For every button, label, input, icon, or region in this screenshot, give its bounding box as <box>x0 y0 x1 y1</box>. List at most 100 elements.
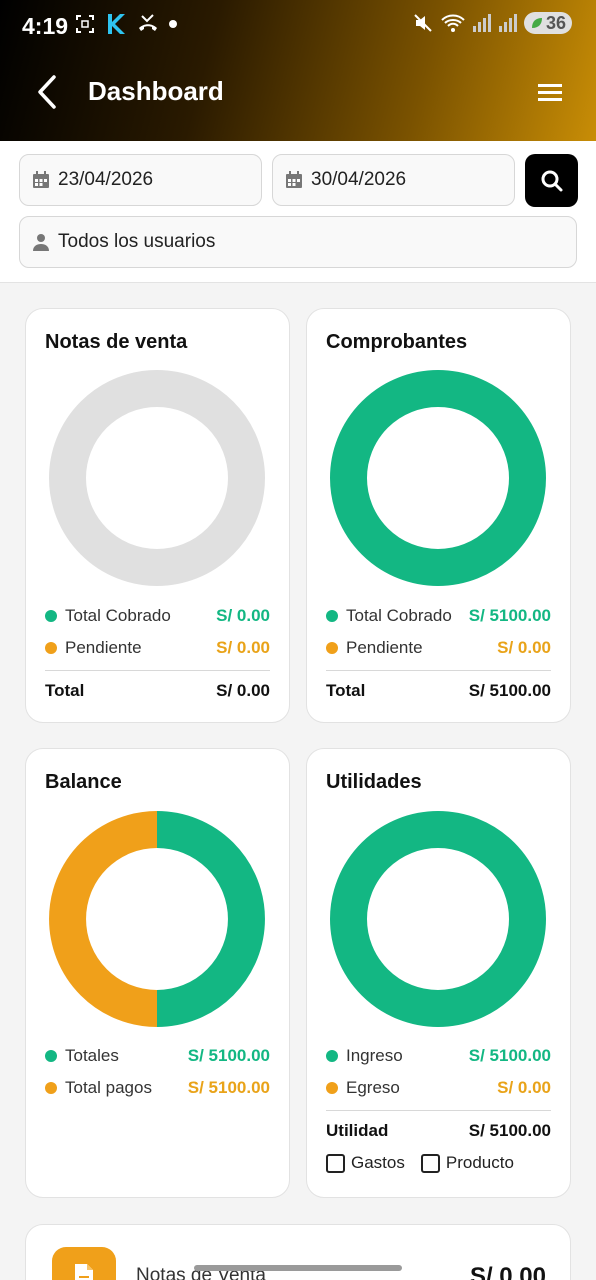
total-label: Total <box>326 681 366 700</box>
search-button[interactable] <box>525 154 578 207</box>
legend-dot-green <box>45 610 57 622</box>
donut-segment-totales <box>156 811 265 1027</box>
legend-ingreso: Ingreso S/ 5100.00 <box>326 1044 551 1068</box>
legend-total-cobrado: Total Cobrado S/ 5100.00 <box>326 604 551 628</box>
legend-label: Total Cobrado <box>65 606 171 625</box>
checkbox-gastos[interactable]: Gastos <box>326 1153 405 1173</box>
back-arrow-icon <box>38 75 56 109</box>
legend-dot-orange <box>45 1082 57 1094</box>
card-notas-de-venta: Notas de venta Total Cobrado S/ 0.00 Pen… <box>25 308 290 723</box>
status-time: 4:19 <box>22 13 69 39</box>
home-indicator[interactable] <box>194 1265 402 1271</box>
legend-value: S/ 0.00 <box>216 606 270 625</box>
legend-dot-green <box>326 610 338 622</box>
battery-indicator: 36 <box>523 12 572 34</box>
legend-value: S/ 0.00 <box>497 1078 551 1097</box>
legend-totales: Totales S/ 5100.00 <box>45 1044 270 1068</box>
user-select-value: Todos los usuarios <box>58 231 216 252</box>
date-to-field[interactable]: 30/04/2026 <box>272 154 515 206</box>
legend-total-pagos: Total pagos S/ 5100.00 <box>45 1076 270 1100</box>
user-icon <box>33 234 49 251</box>
signal-icon-2 <box>498 14 517 32</box>
total-value: S/ 0.00 <box>216 681 270 700</box>
calendar-icon <box>286 171 302 188</box>
legend-dot-orange <box>45 642 57 654</box>
legend-value: S/ 5100.00 <box>468 1046 551 1065</box>
total-label: Utilidad <box>326 1121 389 1140</box>
status-left-icons <box>74 12 178 36</box>
legend-label: Egreso <box>346 1078 400 1097</box>
search-icon <box>541 170 562 191</box>
notification-dot-icon <box>169 20 177 28</box>
total-row: Total S/ 0.00 <box>45 681 270 701</box>
checkbox-producto[interactable]: Producto <box>420 1153 514 1173</box>
filters-panel: 23/04/2026 30/04/2026 Todos los usuarios <box>0 141 596 283</box>
legend-dot-green <box>326 1050 338 1062</box>
app-header: 4:19 36 Dashboard <box>0 0 596 141</box>
legend-value: S/ 0.00 <box>497 638 551 657</box>
missed-call-icon <box>139 14 157 31</box>
legend-value: S/ 5100.00 <box>187 1046 270 1065</box>
donut-chart-utilidades <box>330 811 546 1027</box>
page-title: Dashboard <box>88 76 224 106</box>
donut-chart-comprobantes <box>330 370 546 586</box>
utilidad-row: Utilidad S/ 5100.00 <box>326 1121 551 1141</box>
date-from-value: 23/04/2026 <box>58 169 154 190</box>
battery-level: 36 <box>545 13 566 33</box>
card-comprobantes: Comprobantes Total Cobrado S/ 5100.00 Pe… <box>306 308 571 723</box>
legend-label: Totales <box>65 1046 119 1065</box>
legend-dot-orange <box>326 1082 338 1094</box>
checkbox-box[interactable] <box>326 1153 345 1173</box>
summary-value: S/ 0.00 <box>469 1263 546 1280</box>
donut-chart-balance <box>49 811 265 1027</box>
legend-value: S/ 5100.00 <box>187 1078 270 1097</box>
user-select[interactable]: Todos los usuarios <box>19 216 577 268</box>
screenshot-icon <box>76 15 94 33</box>
card-balance: Balance Totales S/ 5100.00 Total pagos S… <box>25 748 290 1198</box>
donut-segment-total-pagos <box>49 811 158 1027</box>
file-icon <box>75 1264 93 1280</box>
signal-icon-1 <box>472 14 491 32</box>
card-notas-de-venta-summary[interactable]: Notas de Venta S/ 0.00 <box>25 1224 571 1280</box>
filter-checkboxes: Gastos Producto <box>326 1153 514 1173</box>
divider <box>45 670 270 671</box>
status-right-icons: 36 <box>412 12 572 34</box>
date-to-value: 30/04/2026 <box>311 169 407 190</box>
donut-segment-total-cobrado <box>330 370 546 586</box>
donut-empty-ring <box>49 370 265 586</box>
divider <box>326 670 551 671</box>
legend-egreso: Egreso S/ 0.00 <box>326 1076 551 1100</box>
legend-label: Total Cobrado <box>346 606 452 625</box>
document-icon <box>52 1247 116 1280</box>
mute-icon <box>414 14 432 32</box>
calendar-icon <box>33 171 49 188</box>
donut-chart-notas <box>49 370 265 586</box>
k-app-icon <box>108 14 125 34</box>
total-row: Total S/ 5100.00 <box>326 681 551 701</box>
card-title: Comprobantes <box>326 331 468 353</box>
donut-segment-ingreso <box>330 811 546 1027</box>
card-title: Notas de venta <box>45 331 188 353</box>
legend-label: Pendiente <box>65 638 142 657</box>
menu-button[interactable] <box>530 78 570 108</box>
card-title: Balance <box>45 771 122 793</box>
wifi-icon <box>441 14 465 32</box>
date-from-field[interactable]: 23/04/2026 <box>19 154 262 206</box>
checkbox-box[interactable] <box>420 1153 440 1173</box>
legend-pendiente: Pendiente S/ 0.00 <box>45 636 270 660</box>
legend-label: Ingreso <box>346 1046 403 1065</box>
card-utilidades: Utilidades Ingreso S/ 5100.00 Egreso S/ … <box>306 748 571 1198</box>
divider <box>326 1110 551 1111</box>
checkbox-label: Gastos <box>351 1153 405 1172</box>
legend-pendiente: Pendiente S/ 0.00 <box>326 636 551 660</box>
back-button[interactable] <box>28 72 68 112</box>
checkbox-label: Producto <box>445 1153 514 1172</box>
card-title: Utilidades <box>326 771 422 793</box>
legend-dot-green <box>45 1050 57 1062</box>
legend-value: S/ 0.00 <box>216 638 270 657</box>
legend-total-cobrado: Total Cobrado S/ 0.00 <box>45 604 270 628</box>
total-value: S/ 5100.00 <box>468 681 551 700</box>
total-value: S/ 5100.00 <box>468 1121 551 1140</box>
legend-label: Total pagos <box>65 1078 152 1097</box>
total-label: Total <box>45 681 85 700</box>
